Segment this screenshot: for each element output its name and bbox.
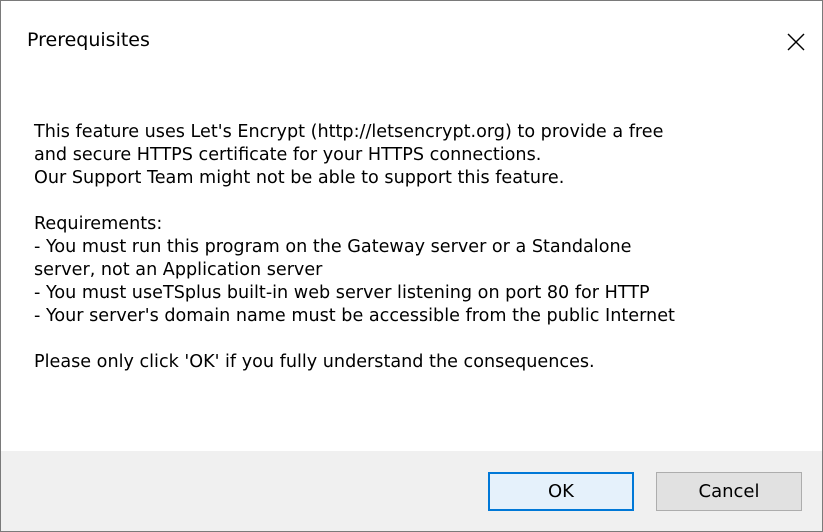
close-button[interactable] [770,15,822,69]
title-bar: Prerequisites [1,1,822,81]
requirement-line: - You must run this program on the Gatew… [34,237,632,257]
requirement-line: server, not an Application server [34,260,323,280]
intro-line: This feature uses Let's Encrypt (http://… [34,122,664,142]
requirement-line: - Your server's domain name must be acce… [34,306,675,326]
ok-button[interactable]: OK [488,472,634,511]
button-bar: OK Cancel [1,451,822,531]
requirements-heading: Requirements: [34,214,163,234]
requirement-line: - You must useTSplus built-in web server… [34,283,650,303]
message-body: This feature uses Let's Encrypt (http://… [34,121,804,374]
intro-line: Our Support Team might not be able to su… [34,168,565,188]
closing-line: Please only click 'OK' if you fully unde… [34,352,595,372]
close-icon [787,33,805,51]
cancel-button[interactable]: Cancel [656,472,802,511]
dialog-title: Prerequisites [27,29,150,51]
intro-line: and secure HTTPS certificate for your HT… [34,145,542,165]
prerequisites-dialog: Prerequisites This feature uses Let's En… [0,0,823,532]
